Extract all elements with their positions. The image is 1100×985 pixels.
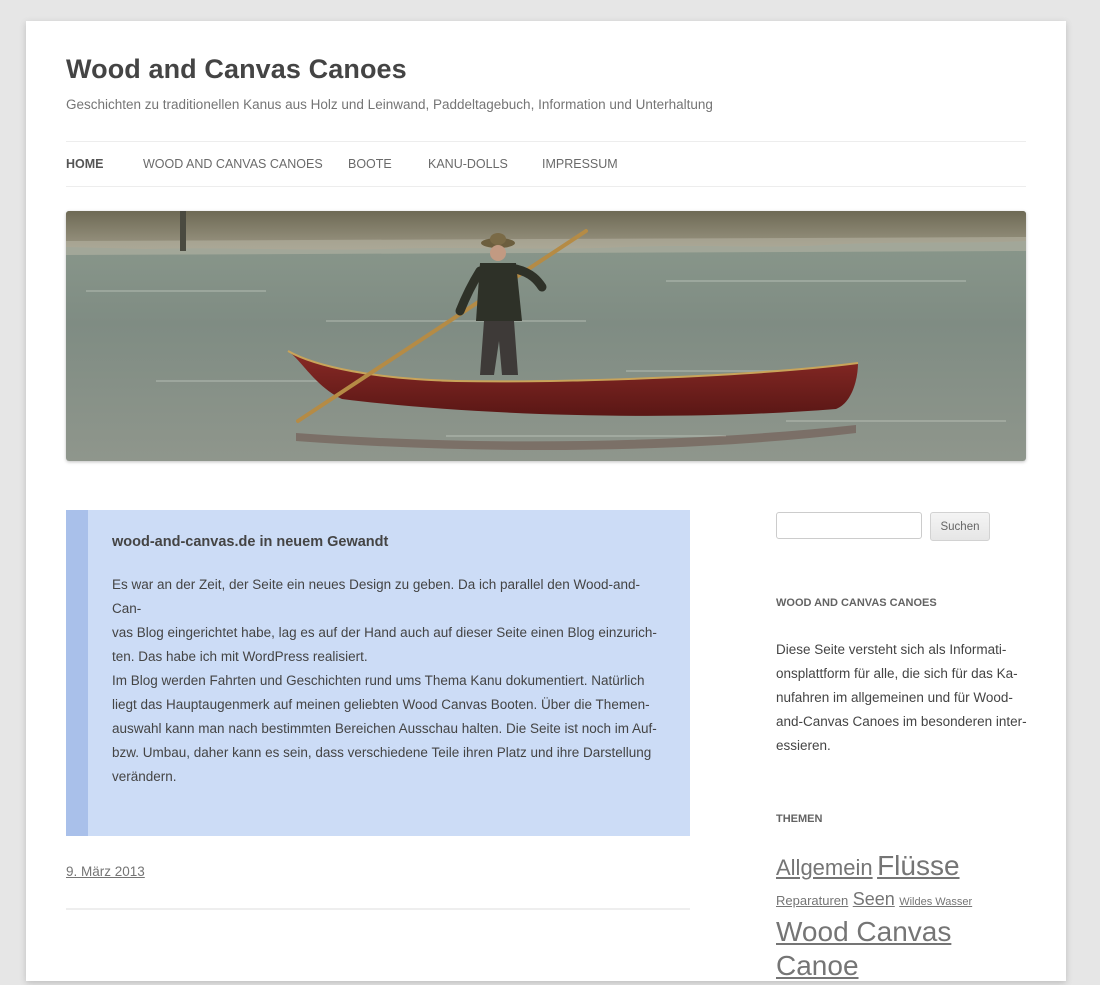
post-date-link[interactable]: 9. März 2013 — [66, 864, 145, 879]
post-content: Es war an der Zeit, der Seite ein neues … — [112, 573, 660, 789]
widget-title-about: WOOD AND CANVAS CANOES — [776, 597, 937, 609]
post-line: verändern. — [112, 769, 177, 784]
widget-line: nufahren im allgemeinen und für Wood- — [776, 690, 1013, 705]
post-title[interactable]: wood-and-canvas.de in neuem Gewandt — [112, 534, 388, 550]
page-container: Wood and Canvas Canoes Geschichten zu tr… — [26, 21, 1066, 981]
canoe-photo — [66, 211, 1026, 461]
tag-reparaturen[interactable]: Reparaturen — [776, 893, 848, 908]
nav-item-home[interactable]: HOME — [66, 157, 104, 171]
tag-wood-canvas-canoe[interactable]: Wood Canvas Canoe — [776, 916, 951, 981]
post-line: Im Blog werden Fahrten und Geschichten r… — [112, 673, 645, 688]
nav-item-impressum[interactable]: IMPRESSUM — [542, 157, 618, 171]
tag-cloud: Allgemein Flüsse Reparaturen Seen Wildes… — [776, 851, 1028, 985]
site-title[interactable]: Wood and Canvas Canoes — [66, 54, 407, 85]
widget-line: essieren. — [776, 738, 831, 753]
post-line: Es war an der Zeit, der Seite ein neues … — [112, 577, 641, 616]
post-separator — [66, 908, 690, 910]
post-line: liegt das Hauptaugenmerk auf meinen geli… — [112, 697, 650, 712]
nav-item-wood-and-canvas-canoes[interactable]: WOOD AND CANVAS CANOES — [143, 157, 323, 171]
post-line: vas Blog eingerichtet habe, lag es auf d… — [112, 625, 657, 640]
tag-wildes-wasser[interactable]: Wildes Wasser — [899, 896, 972, 908]
post-line: ten. Das habe ich mit WordPress realisie… — [112, 649, 368, 664]
tag-seen[interactable]: Seen — [853, 889, 895, 909]
post-line: auswahl kann man nach bestimmten Bereich… — [112, 721, 657, 736]
search-button[interactable]: Suchen — [930, 512, 990, 541]
nav-item-kanu-dolls[interactable]: KANU-DOLLS — [428, 157, 508, 171]
header-image — [66, 211, 1026, 461]
tag-fluesse[interactable]: Flüsse — [877, 850, 959, 881]
search-input[interactable] — [776, 512, 922, 539]
widget-line: Diese Seite versteht sich als Informati- — [776, 642, 1007, 657]
main-navigation: HOME WOOD AND CANVAS CANOES BOOTE KANU-D… — [66, 141, 1026, 187]
widget-about-text: Diese Seite versteht sich als Informati-… — [776, 638, 1028, 758]
widget-title-topics: THEMEN — [776, 813, 823, 825]
tag-allgemein[interactable]: Allgemein — [776, 855, 873, 880]
post-line: bzw. Umbau, daher kann es sein, dass ver… — [112, 745, 652, 760]
widget-line: and-Canvas Canoes im besonderen inter- — [776, 714, 1027, 729]
post-article: wood-and-canvas.de in neuem Gewandt Es w… — [66, 510, 690, 836]
widget-line: onsplattform für alle, die sich für das … — [776, 666, 1018, 681]
site-description: Geschichten zu traditionellen Kanus aus … — [66, 97, 713, 112]
nav-item-boote[interactable]: BOOTE — [348, 157, 392, 171]
